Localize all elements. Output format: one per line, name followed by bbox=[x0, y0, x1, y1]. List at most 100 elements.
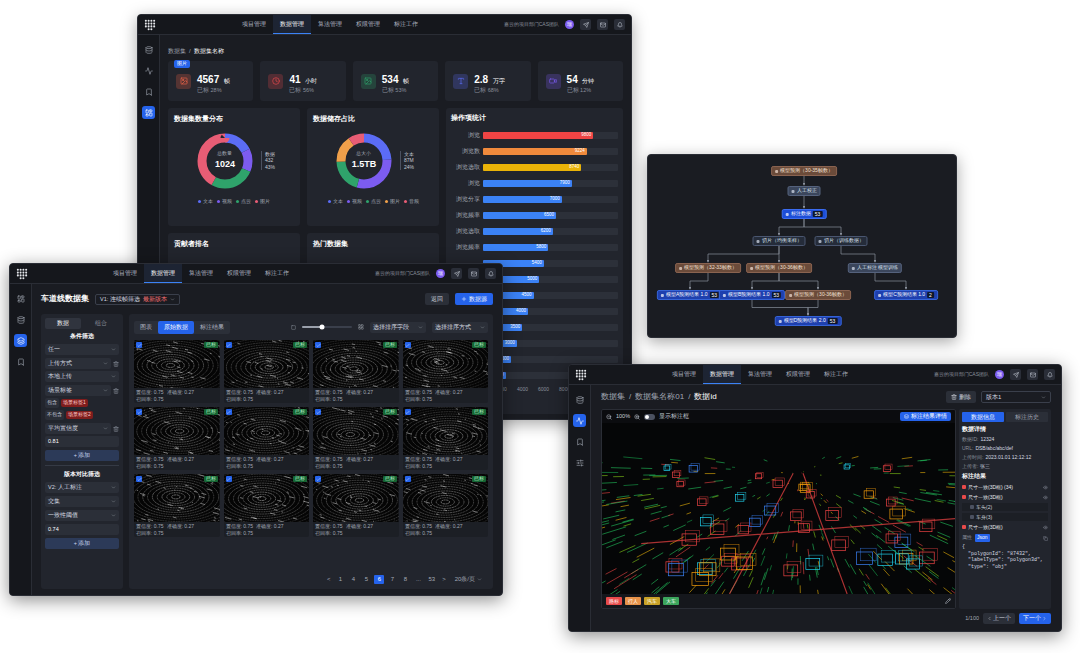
view-tab[interactable]: 图表 bbox=[134, 321, 158, 334]
nav-icon-button[interactable] bbox=[597, 19, 608, 30]
nav-tab[interactable]: 数据管理 bbox=[273, 15, 311, 34]
pipeline-node[interactable]: 人工校正 bbox=[788, 186, 821, 196]
donut-segment[interactable] bbox=[202, 138, 248, 184]
slider-thumb[interactable] bbox=[320, 325, 325, 330]
bar[interactable]: 8740 bbox=[483, 164, 581, 171]
thumbnail-card[interactable]: 已标置信度: 0.75准确度: 0.27召回率: 0.75 bbox=[403, 474, 489, 537]
pencil-icon[interactable] bbox=[945, 598, 951, 604]
label-tag[interactable]: 大车 bbox=[663, 597, 679, 605]
page-item[interactable]: 5 bbox=[361, 575, 371, 584]
nav-icon-button[interactable] bbox=[1010, 369, 1021, 380]
primary-button[interactable]: 数据源 bbox=[455, 293, 493, 305]
thumbnail-card[interactable]: 已标置信度: 0.75准确度: 0.27召回率: 0.75 bbox=[134, 474, 220, 537]
sidebar-item[interactable] bbox=[573, 393, 586, 406]
thumbnail-card[interactable]: 已标置信度: 0.75准确度: 0.27召回率: 0.75 bbox=[224, 340, 310, 403]
point-cloud-view[interactable] bbox=[602, 423, 955, 594]
thumbnail-checkbox[interactable] bbox=[405, 342, 411, 348]
filter-field-select[interactable]: 上传方式 bbox=[45, 358, 111, 369]
filter-field-select[interactable]: 平均置信度 bbox=[45, 423, 111, 434]
pipeline-node[interactable]: 人工标注 模型训练 bbox=[848, 263, 902, 273]
result-detail-button[interactable]: 标注结果详情 bbox=[900, 412, 951, 421]
pipeline-node[interactable]: 切片（均衡采样） bbox=[753, 236, 806, 246]
nav-tab[interactable]: 权限管理 bbox=[220, 264, 258, 283]
panel-tab[interactable]: 组合 bbox=[83, 318, 119, 329]
result-row[interactable]: 尺寸一致(3D框) bbox=[962, 493, 1048, 501]
filter-value-input[interactable]: 0.81 bbox=[45, 436, 119, 447]
donut-segment[interactable] bbox=[341, 138, 387, 184]
sidebar-item[interactable] bbox=[142, 85, 155, 98]
thumbnail-card[interactable]: 已标置信度: 0.75准确度: 0.27召回率: 0.75 bbox=[224, 407, 310, 470]
nav-tab[interactable]: 项目管理 bbox=[106, 264, 144, 283]
thumbnail-card[interactable]: 已标置信度: 0.75准确度: 0.27召回率: 0.75 bbox=[224, 474, 310, 537]
bar[interactable]: 6500 bbox=[483, 212, 556, 219]
page-item[interactable]: 7 bbox=[387, 575, 397, 584]
pipeline-node[interactable]: 模型D预测结果 2.053 bbox=[775, 316, 842, 326]
donut-segment[interactable] bbox=[202, 138, 248, 184]
nav-tab[interactable]: 算法管理 bbox=[741, 365, 779, 384]
view-tab[interactable]: 标注结果 bbox=[194, 321, 230, 334]
label-tag[interactable]: 行人 bbox=[625, 597, 641, 605]
sidebar-item[interactable] bbox=[573, 456, 586, 469]
eye-icon[interactable] bbox=[1043, 495, 1048, 500]
threshold-input[interactable]: 0.74 bbox=[45, 524, 119, 535]
copy-icon[interactable] bbox=[1043, 536, 1048, 541]
nav-tab[interactable]: 算法管理 bbox=[182, 264, 220, 283]
sidebar-item[interactable] bbox=[573, 414, 586, 427]
thumbnail-checkbox[interactable] bbox=[136, 476, 142, 482]
bar[interactable]: 7000 bbox=[483, 196, 562, 203]
nav-tab[interactable]: 权限管理 bbox=[349, 15, 387, 34]
large-grid-icon[interactable] bbox=[358, 324, 364, 330]
version-select[interactable]: 版本1 bbox=[981, 391, 1051, 403]
donut-segment[interactable] bbox=[202, 138, 248, 184]
page-item[interactable]: 4 bbox=[348, 575, 358, 584]
label-tag[interactable]: 汽车 bbox=[644, 597, 660, 605]
operator-select[interactable]: 不包含 bbox=[45, 410, 64, 420]
sidebar-item[interactable] bbox=[142, 106, 155, 119]
thumbnail-card[interactable]: 已标置信度: 0.75准确度: 0.27召回率: 0.75 bbox=[313, 407, 399, 470]
scene-tag[interactable]: 场景标签2 bbox=[66, 411, 93, 419]
donut-segment[interactable] bbox=[341, 138, 387, 184]
donut-segment[interactable] bbox=[341, 138, 387, 184]
bar[interactable]: 7900 bbox=[483, 180, 572, 187]
sidebar-item[interactable] bbox=[142, 43, 155, 56]
eye-icon[interactable] bbox=[1043, 525, 1048, 530]
page-next[interactable]: > bbox=[440, 575, 448, 584]
pipeline-node[interactable]: 模型预测（30-36帧数） bbox=[746, 263, 812, 273]
prev-button[interactable]: 上一个 bbox=[983, 613, 1015, 624]
label-tag[interactable]: 路标 bbox=[606, 597, 622, 605]
sidebar-item[interactable] bbox=[14, 355, 27, 368]
pipeline-node[interactable]: 模型A预测结果 1.053 bbox=[657, 290, 723, 300]
pipeline-node[interactable]: 标注数据53 bbox=[782, 209, 827, 219]
scene-tag[interactable]: 场景标签1 bbox=[61, 399, 88, 407]
nav-icon-button[interactable] bbox=[468, 268, 479, 279]
secondary-button[interactable]: 返回 bbox=[425, 293, 449, 305]
view-tab[interactable]: 原始数据 bbox=[158, 321, 194, 334]
panel-tab[interactable]: 标注历史 bbox=[1006, 412, 1048, 422]
filter-field-select[interactable]: 场景标签 bbox=[45, 385, 111, 396]
thumbnail-checkbox[interactable] bbox=[226, 409, 232, 415]
bar[interactable]: 6200 bbox=[483, 228, 553, 235]
nav-tab[interactable]: 数据管理 bbox=[144, 264, 182, 283]
nav-icon-button[interactable] bbox=[451, 268, 462, 279]
nav-tab[interactable]: 标注工作 bbox=[387, 15, 425, 34]
nav-tab[interactable]: 数据管理 bbox=[703, 365, 741, 384]
page-item[interactable]: ... bbox=[413, 575, 423, 584]
delete-button[interactable]: 删除 bbox=[946, 391, 976, 403]
match-select[interactable]: 任一 bbox=[45, 344, 119, 355]
add-button[interactable]: + 添加 bbox=[45, 538, 119, 549]
thumbnail-checkbox[interactable] bbox=[405, 409, 411, 415]
bar[interactable]: 5800 bbox=[483, 244, 548, 251]
nav-icon-button[interactable] bbox=[485, 268, 496, 279]
page-size-select[interactable]: 20条/页 bbox=[455, 575, 482, 584]
nav-tab[interactable]: 标注工作 bbox=[817, 365, 855, 384]
size-slider[interactable] bbox=[302, 326, 352, 328]
thumbnail-card[interactable]: 已标置信度: 0.75准确度: 0.27召回率: 0.75 bbox=[313, 474, 399, 537]
operator-select[interactable]: 包含 bbox=[45, 398, 59, 408]
thumbnail-checkbox[interactable] bbox=[226, 476, 232, 482]
page-item[interactable]: 8 bbox=[400, 575, 410, 584]
sidebar-item[interactable] bbox=[14, 292, 27, 305]
avatar[interactable]: 瑞 bbox=[995, 370, 1004, 379]
thumbnail-checkbox[interactable] bbox=[136, 409, 142, 415]
result-row[interactable]: 车身(3) bbox=[962, 513, 1048, 521]
nav-icon-button[interactable] bbox=[1027, 369, 1038, 380]
